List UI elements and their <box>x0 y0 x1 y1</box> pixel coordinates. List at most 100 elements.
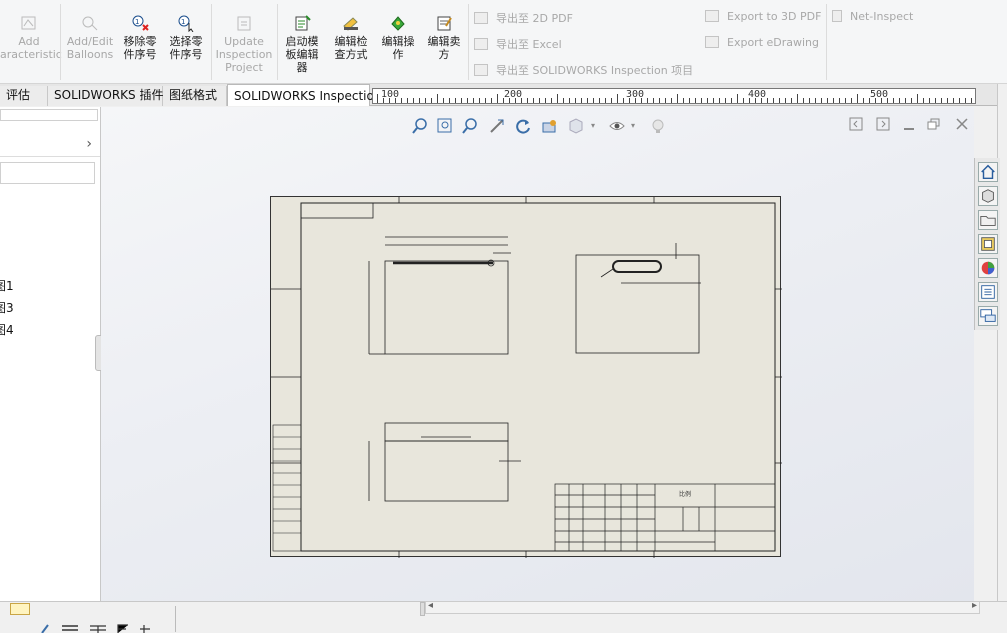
net-inspect-button[interactable]: Net-Inspect <box>832 10 913 23</box>
sheet-tab-icon[interactable] <box>10 603 30 615</box>
horizontal-scrollbar[interactable]: ◂ ▸ <box>425 600 980 614</box>
chevron-down-icon[interactable]: ▾ <box>631 121 635 130</box>
panel-header-field[interactable] <box>0 109 98 121</box>
home-icon[interactable] <box>978 162 998 182</box>
ruler-tick <box>599 98 600 103</box>
drawing-sheet[interactable]: 比例 <box>270 196 782 558</box>
ruler-tick <box>725 98 726 103</box>
ruler-tick <box>917 94 918 103</box>
section-view-icon[interactable] <box>488 117 506 135</box>
net-inspect-label: Net-Inspect <box>850 10 914 23</box>
scroll-left-icon[interactable]: ◂ <box>428 600 433 611</box>
ruler-tick <box>713 98 714 103</box>
export-edrawing-button[interactable]: Export eDrawing <box>705 36 819 49</box>
ribbon-separator <box>277 4 278 80</box>
zoom-to-fit-icon[interactable] <box>411 117 429 135</box>
tab-solidworks-addins[interactable]: SOLIDWORKS 插件 <box>48 86 163 106</box>
chevron-down-icon[interactable]: ▾ <box>591 121 595 130</box>
custom-properties-icon[interactable] <box>978 282 998 302</box>
add-edit-balloons-button[interactable]: Add/Edit Balloons <box>64 14 116 61</box>
ruler-tick <box>647 98 648 103</box>
net-inspect-icon <box>832 10 842 22</box>
zoom-to-area-icon[interactable] <box>436 117 454 135</box>
tab-sheet-format[interactable]: 图纸格式 <box>163 86 227 106</box>
panel-filter-input[interactable] <box>0 162 95 184</box>
close-icon[interactable] <box>956 118 968 130</box>
ruler: 100 200 300 400 500 <box>372 88 976 104</box>
edit-operation-button[interactable]: 编辑操 作 <box>376 14 420 61</box>
ruler-tick <box>695 98 696 103</box>
ruler-tick <box>677 94 678 103</box>
ruler-tick <box>545 98 546 103</box>
ruler-tick <box>815 98 816 103</box>
tab-evaluate[interactable]: 评估 <box>0 86 48 106</box>
ruler-tick <box>497 94 498 103</box>
update-inspection-project-button[interactable]: Update Inspection Project <box>214 14 274 74</box>
ribbon-separator <box>211 4 212 80</box>
previous-view-icon[interactable] <box>461 117 479 135</box>
edit-vendor-button[interactable]: 编辑卖 方 <box>422 14 466 61</box>
bottom-toolbar-icons[interactable] <box>40 621 160 633</box>
tree-item-view[interactable]: 图1 <box>0 277 14 294</box>
panel-expander-row[interactable]: › <box>0 133 100 157</box>
operation-icon <box>391 16 405 31</box>
hide-show-items-icon[interactable] <box>608 117 626 135</box>
launch-template-editor-button[interactable]: 启动模 板编辑 器 <box>280 14 324 74</box>
export-2d-pdf-button[interactable]: 导出至 2D PDF <box>474 10 573 26</box>
design-library-icon[interactable] <box>978 186 998 206</box>
tree-item-view[interactable]: 图3 <box>0 299 14 316</box>
add-edit-balloons-label: Add/Edit Balloons <box>66 35 114 61</box>
export-2d-pdf-label: 导出至 2D PDF <box>496 12 573 25</box>
export-3d-pdf-label: Export to 3D PDF <box>727 10 822 23</box>
appearance-icon[interactable] <box>649 117 667 135</box>
add-characteristic-button[interactable]: Add aracteristic <box>0 14 62 61</box>
ruler-tick <box>923 98 924 103</box>
remove-balloon-label: 移除零 件序号 <box>123 35 157 61</box>
export-3d-pdf-button[interactable]: Export to 3D PDF <box>705 10 821 23</box>
ruler-tick <box>953 98 954 103</box>
tree-item-view[interactable]: 图4 <box>0 321 14 338</box>
select-balloon-button[interactable]: 1 选择零 件序号 <box>164 14 208 61</box>
view-settings-icon[interactable] <box>541 117 559 135</box>
ruler-label: 400 <box>748 89 767 100</box>
add-characteristic-label: Add aracteristic <box>0 35 62 61</box>
ruler-tick <box>419 98 420 103</box>
ruler-tick <box>737 94 738 103</box>
ribbon-separator <box>468 4 469 80</box>
export-inspection-project-button[interactable]: 导出至 SOLIDWORKS Inspection 项目 <box>474 62 693 78</box>
restore-icon[interactable] <box>927 118 941 130</box>
select-balloon-label: 选择零 件序号 <box>169 35 203 61</box>
ruler-tick <box>539 98 540 103</box>
edit-inspection-method-button[interactable]: 编辑检 查方式 <box>328 14 374 61</box>
ruler-tick <box>623 98 624 103</box>
ruler-tick <box>857 94 858 103</box>
ruler-tick <box>377 94 378 103</box>
display-style-icon[interactable] <box>567 117 585 135</box>
ruler-tick <box>557 94 558 103</box>
appearances-icon[interactable] <box>978 258 998 278</box>
file-explorer-icon[interactable] <box>978 210 998 230</box>
minimize-icon[interactable] <box>904 128 914 130</box>
tile-right-icon[interactable] <box>876 117 890 131</box>
tab-solidworks-inspection[interactable]: SOLIDWORKS Inspection <box>227 84 381 106</box>
ruler-tick <box>785 98 786 103</box>
forum-icon[interactable] <box>978 306 998 326</box>
ruler-tick <box>719 98 720 103</box>
scroll-right-icon[interactable]: ▸ <box>972 600 977 611</box>
edit-vendor-label: 编辑卖 方 <box>427 35 461 61</box>
ruler-tick <box>413 98 414 103</box>
chevron-right-icon: › <box>86 136 92 152</box>
view-palette-icon[interactable] <box>978 234 998 254</box>
update-project-icon <box>237 16 251 31</box>
ruler-tick <box>593 98 594 103</box>
ruler-tick <box>971 98 972 103</box>
export-excel-button[interactable]: 导出至 Excel <box>474 36 562 52</box>
remove-balloon-button[interactable]: 1 移除零 件序号 <box>118 14 162 61</box>
tile-left-icon[interactable] <box>849 117 863 131</box>
ruler-tick <box>671 98 672 103</box>
ruler-tick <box>401 98 402 103</box>
ruler-tick <box>689 98 690 103</box>
edrawing-icon <box>705 36 719 48</box>
rotate-view-icon[interactable] <box>514 117 532 135</box>
edit-operation-label: 编辑操 作 <box>381 35 415 61</box>
